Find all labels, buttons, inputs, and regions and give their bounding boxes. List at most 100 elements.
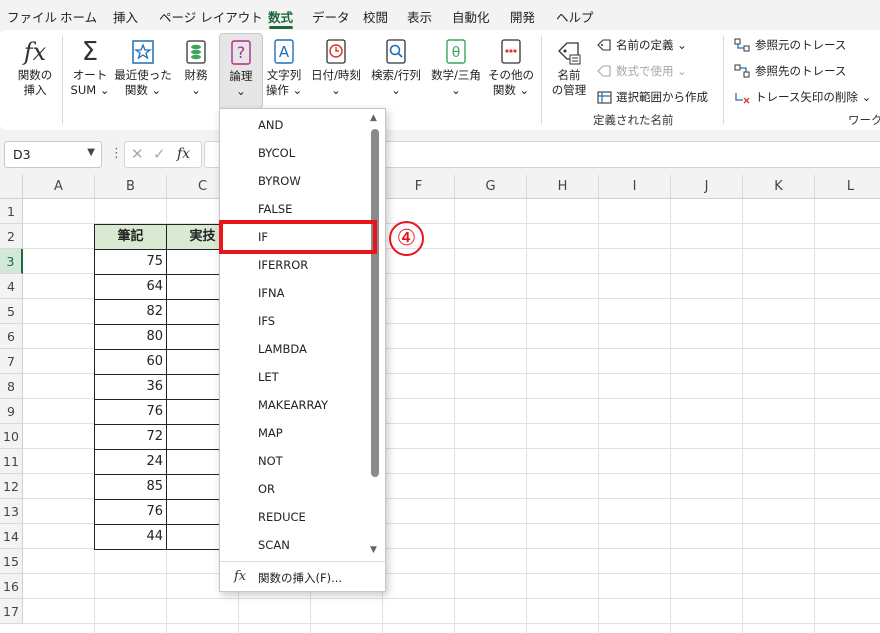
score-cell[interactable]: 44: [94, 524, 167, 550]
tab-page-layout[interactable]: ページ レイアウト: [159, 7, 263, 26]
svg-text:A: A: [279, 43, 290, 61]
more-functions-button[interactable]: その他の 関数 ⌄: [488, 38, 534, 98]
column-header-a[interactable]: A: [23, 175, 95, 199]
tab-developer[interactable]: 開発: [510, 7, 535, 26]
score-cell[interactable]: 75: [94, 249, 167, 275]
function-item-map[interactable]: MAP: [258, 426, 283, 440]
name-box[interactable]: D3 ▼: [4, 141, 102, 168]
row-header-3[interactable]: 3: [0, 249, 23, 274]
chevron-down-icon[interactable]: ▼: [87, 147, 95, 158]
select-all-corner[interactable]: [0, 175, 23, 199]
score-cell[interactable]: 72: [94, 424, 167, 450]
tab-view[interactable]: 表示: [407, 7, 432, 26]
tab-data[interactable]: データ: [312, 7, 350, 26]
tab-file[interactable]: ファイル: [7, 7, 57, 26]
logical-label-1: 論理: [229, 69, 253, 83]
column-header-i[interactable]: I: [599, 175, 671, 199]
trace-dependents-button[interactable]: 参照先のトレース: [734, 63, 846, 79]
datetime-label-1: 日付/時刻: [311, 68, 361, 82]
more-functions-icon: [501, 39, 521, 64]
remove-arrows-button[interactable]: トレース矢印の削除 ⌄: [734, 89, 871, 105]
lookup-button[interactable]: 検索/行列 ⌄: [368, 38, 424, 98]
tab-review[interactable]: 校閲: [363, 7, 388, 26]
column-header-g[interactable]: G: [455, 175, 527, 199]
logical-button[interactable]: ? 論理 ⌄: [219, 33, 263, 109]
row-header-9[interactable]: 9: [0, 399, 23, 424]
score-cell[interactable]: 85: [94, 474, 167, 500]
score-cell[interactable]: 76: [94, 499, 167, 525]
score-cell[interactable]: 24: [94, 449, 167, 475]
more-options-icon[interactable]: ⋮: [110, 146, 123, 161]
row-header-5[interactable]: 5: [0, 299, 23, 324]
function-item-not[interactable]: NOT: [258, 454, 283, 468]
score-cell[interactable]: 82: [94, 299, 167, 325]
header-cell-b2[interactable]: 筆記: [94, 224, 167, 250]
insert-function-fx-icon[interactable]: fx: [177, 146, 190, 162]
function-item-ifna[interactable]: IFNA: [258, 286, 284, 300]
function-item-and[interactable]: AND: [258, 118, 283, 132]
tab-help[interactable]: ヘルプ: [556, 7, 594, 26]
tab-home[interactable]: ホーム: [60, 7, 97, 26]
row-header-12[interactable]: 12: [0, 474, 23, 499]
tab-automate[interactable]: 自動化: [452, 7, 490, 26]
text-functions-button[interactable]: A 文字列 操作 ⌄: [264, 38, 304, 98]
row-header-15[interactable]: 15: [0, 549, 23, 574]
enter-check-icon[interactable]: ✓: [153, 145, 166, 163]
row-header-2[interactable]: 2: [0, 224, 23, 249]
name-manager-button[interactable]: 名前 の管理: [548, 38, 590, 98]
recently-used-button[interactable]: 最近使った 関数 ⌄: [114, 38, 172, 98]
function-item-reduce[interactable]: REDUCE: [258, 510, 306, 524]
text-label-1: 文字列: [266, 68, 302, 82]
column-header-j[interactable]: J: [671, 175, 743, 199]
function-item-scan[interactable]: SCAN: [258, 538, 290, 552]
insert-function-button[interactable]: fx 関数の 挿入: [14, 38, 56, 98]
column-header-k[interactable]: K: [743, 175, 815, 199]
score-cell[interactable]: 60: [94, 349, 167, 375]
insert-function-menu-item[interactable]: 関数の挿入(F)...: [258, 570, 342, 586]
autosum-button[interactable]: Σ オート SUM ⌄: [68, 38, 112, 98]
scroll-up-icon[interactable]: ▲: [370, 113, 377, 123]
cancel-icon[interactable]: ✕: [131, 145, 144, 163]
datetime-button[interactable]: 日付/時刻 ⌄: [308, 38, 364, 98]
tab-formulas[interactable]: 数式: [268, 7, 293, 26]
remove-arrows-icon: [735, 92, 750, 103]
score-cell[interactable]: 76: [94, 399, 167, 425]
create-from-selection-button[interactable]: 選択範囲から作成: [597, 89, 708, 105]
row-header-11[interactable]: 11: [0, 449, 23, 474]
row-header-1[interactable]: 1: [0, 199, 23, 224]
column-header-f[interactable]: F: [383, 175, 455, 199]
column-header-h[interactable]: H: [527, 175, 599, 199]
function-item-byrow[interactable]: BYROW: [258, 174, 301, 188]
function-item-false[interactable]: FALSE: [258, 202, 292, 216]
row-header-7[interactable]: 7: [0, 349, 23, 374]
use-in-formula-button[interactable]: 数式で使用 ⌄: [597, 63, 687, 79]
define-name-button[interactable]: 名前の定義 ⌄: [597, 37, 687, 53]
row-header-4[interactable]: 4: [0, 274, 23, 299]
column-header-b[interactable]: B: [95, 175, 167, 199]
function-item-makearray[interactable]: MAKEARRAY: [258, 398, 328, 412]
row-header-8[interactable]: 8: [0, 374, 23, 399]
row-header-13[interactable]: 13: [0, 499, 23, 524]
score-cell[interactable]: 36: [94, 374, 167, 400]
column-header-l[interactable]: L: [815, 175, 880, 199]
math-trig-button[interactable]: θ 数学/三角 ⌄: [428, 38, 484, 98]
function-item-iferror[interactable]: IFERROR: [258, 258, 308, 272]
score-cell[interactable]: 64: [94, 274, 167, 300]
row-header-6[interactable]: 6: [0, 324, 23, 349]
function-item-bycol[interactable]: BYCOL: [258, 146, 295, 160]
tab-insert[interactable]: 挿入: [113, 7, 138, 26]
function-item-ifs[interactable]: IFS: [258, 314, 275, 328]
trace-precedents-button[interactable]: 参照元のトレース: [734, 37, 846, 53]
function-item-let[interactable]: LET: [258, 370, 279, 384]
row-header-14[interactable]: 14: [0, 524, 23, 549]
score-cell[interactable]: 80: [94, 324, 167, 350]
row-header-10[interactable]: 10: [0, 424, 23, 449]
row-header-17[interactable]: 17: [0, 599, 23, 624]
financial-button[interactable]: 財務 ⌄: [178, 38, 214, 98]
function-item-lambda[interactable]: LAMBDA: [258, 342, 307, 356]
dropdown-scrollbar[interactable]: [371, 129, 379, 477]
scroll-down-icon[interactable]: ▼: [370, 545, 377, 555]
function-item-or[interactable]: OR: [258, 482, 275, 496]
sigma-icon: Σ: [81, 37, 99, 67]
row-header-16[interactable]: 16: [0, 574, 23, 599]
